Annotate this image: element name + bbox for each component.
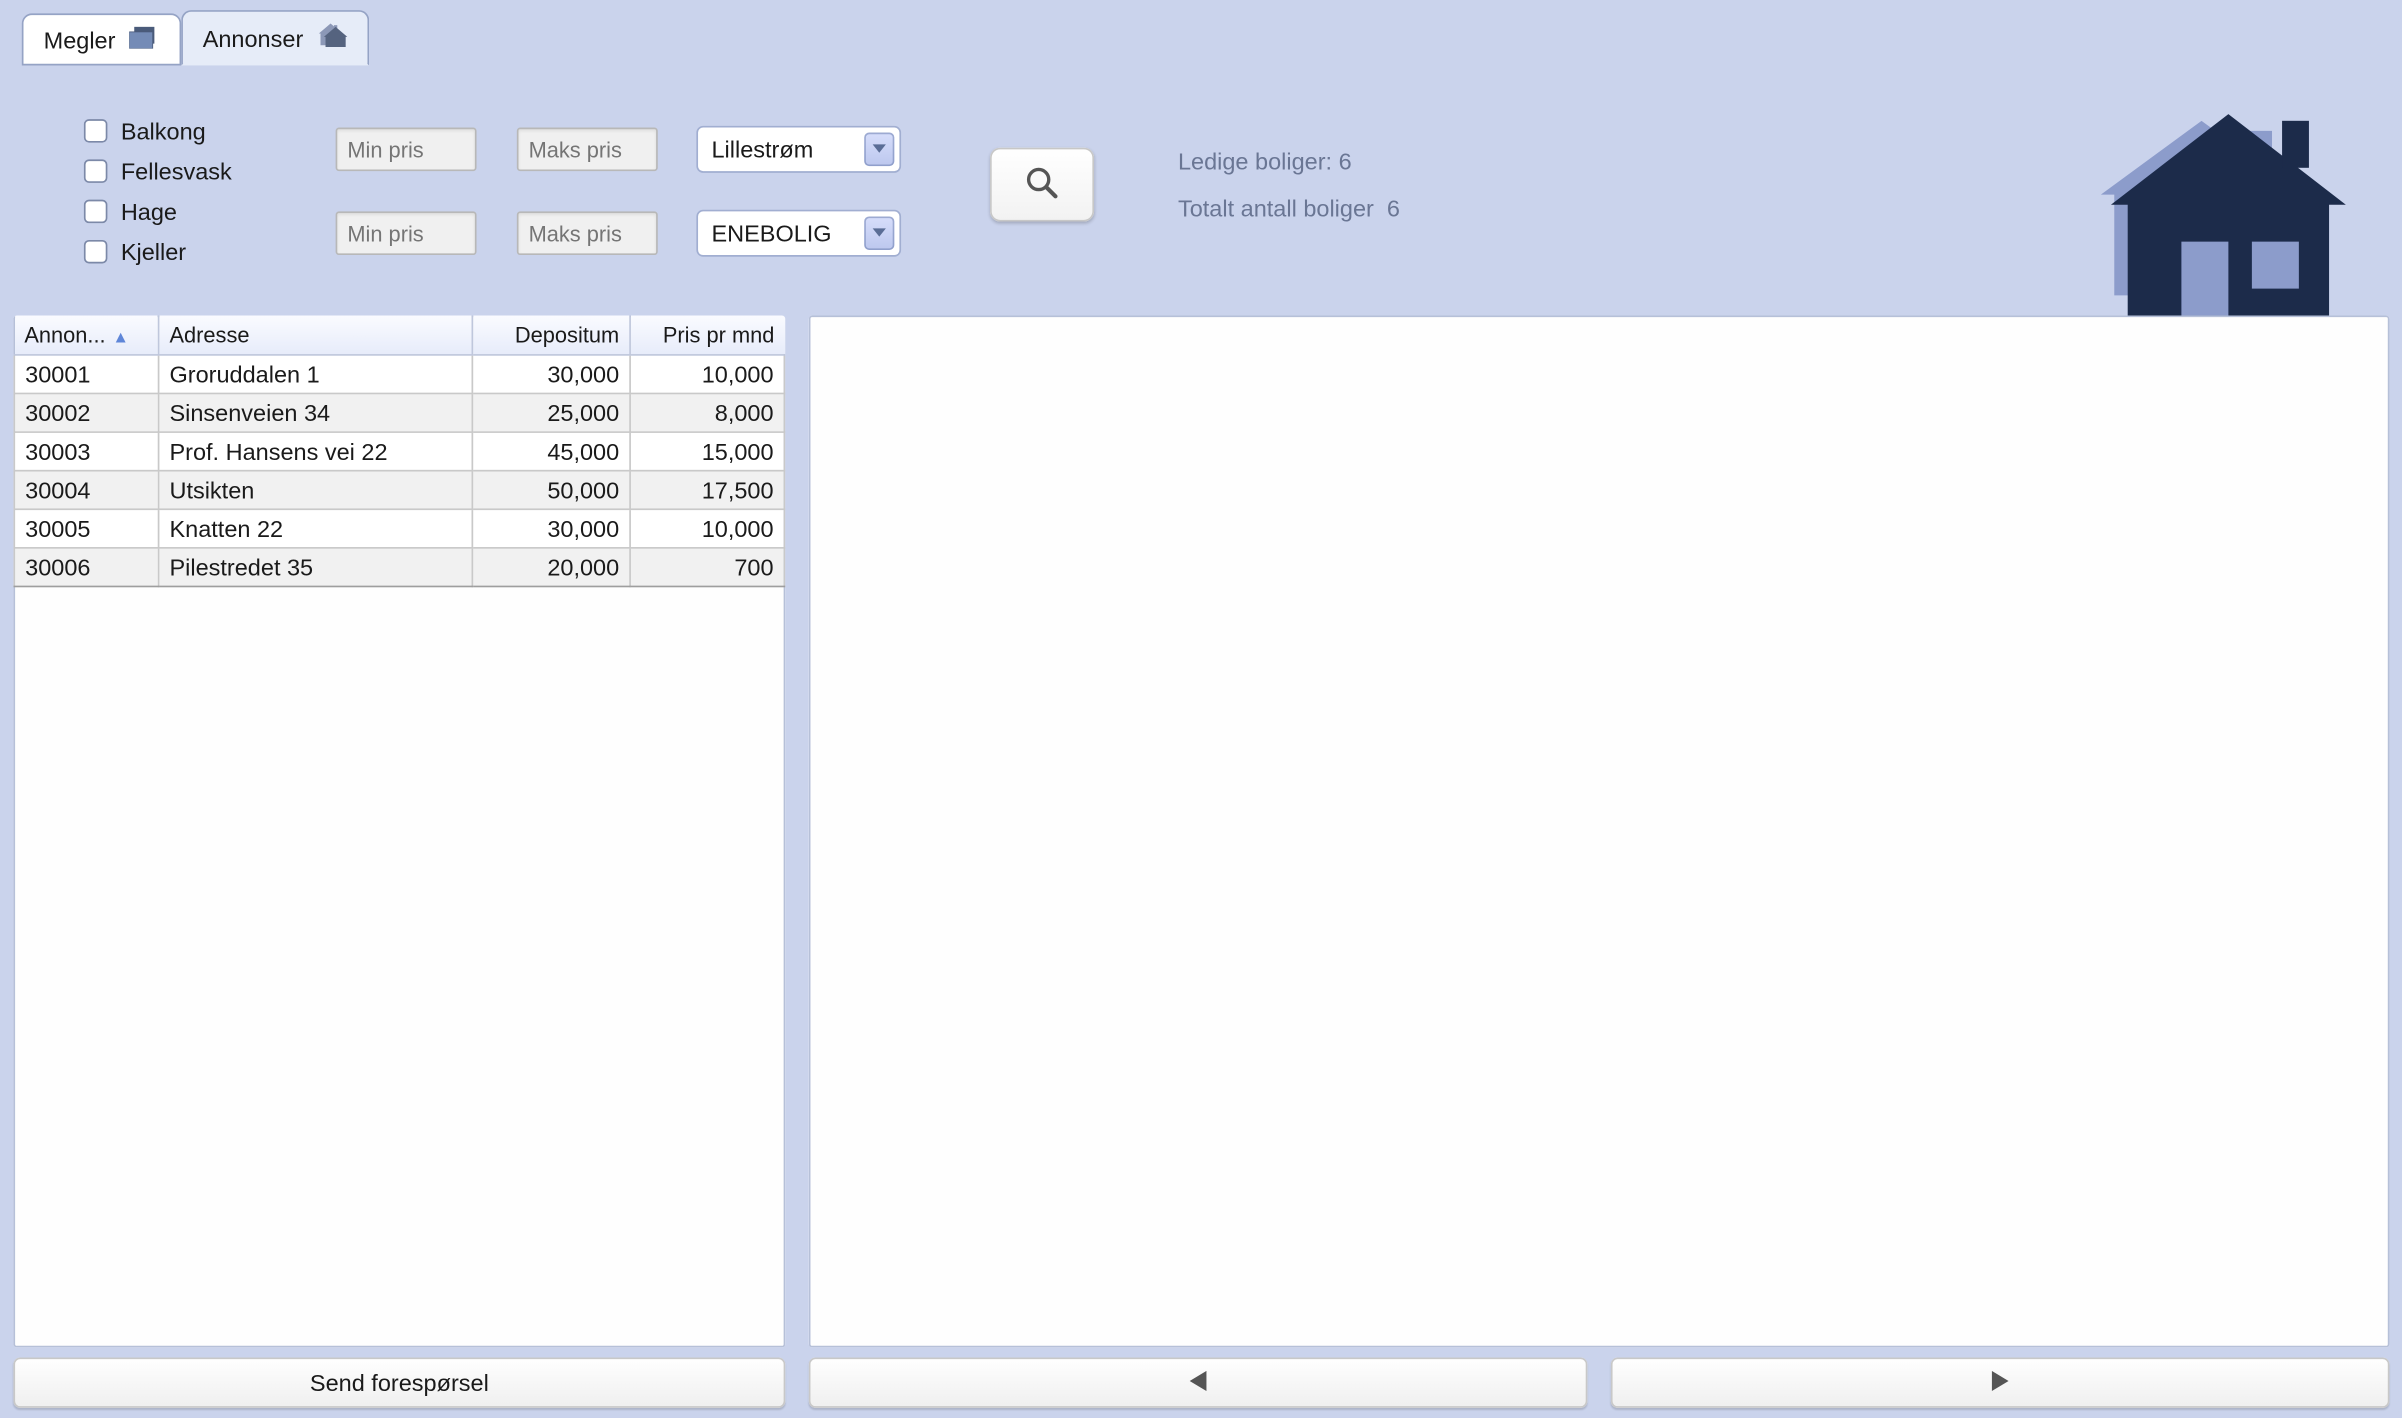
tab-annonser[interactable]: Annonser	[181, 10, 369, 65]
cell-address: Pilestredet 35	[159, 548, 473, 587]
city-combo[interactable]: Lillestrøm	[698, 128, 899, 172]
prev-button[interactable]	[809, 1358, 1588, 1408]
table-row[interactable]: 30001Groruddalen 130,00010,000	[14, 355, 784, 394]
details-panel	[809, 315, 2390, 1347]
header-label: Pris pr mnd	[663, 322, 775, 347]
cell-address: Groruddalen 1	[159, 355, 473, 394]
header-label: Adresse	[169, 322, 249, 347]
folder-icon	[129, 25, 159, 54]
min-price-input-2[interactable]	[336, 211, 477, 255]
tab-label: Megler	[44, 26, 116, 53]
table-row[interactable]: 30005Knatten 2230,00010,000	[14, 509, 784, 548]
search-button[interactable]	[990, 148, 1094, 222]
checkbox-icon	[84, 119, 107, 142]
cell-deposit: 50,000	[472, 471, 630, 510]
chevron-down-icon	[864, 216, 894, 250]
listing-table-panel: Annon...▲ Adresse Depositum Pris pr mnd …	[13, 315, 785, 1347]
table-row[interactable]: 30006Pilestredet 3520,000700	[14, 548, 784, 587]
tab-strip: Megler Annonser	[0, 0, 2402, 64]
available-stat: Ledige boliger: 6	[1178, 138, 1400, 185]
cell-id: 30005	[14, 509, 158, 548]
cell-deposit: 45,000	[472, 432, 630, 471]
max-price-input-2[interactable]	[517, 211, 658, 255]
col-header-deposit[interactable]: Depositum	[472, 315, 630, 354]
stats-block: Ledige boliger: 6 Totalt antall boliger …	[1178, 138, 1400, 232]
search-icon	[1025, 165, 1059, 204]
amenities-checkboxes: Balkong Fellesvask Hage Kjeller	[84, 117, 336, 265]
col-header-price[interactable]: Pris pr mnd	[630, 315, 784, 354]
cell-id: 30006	[14, 548, 158, 587]
stat-label: Totalt antall boliger	[1178, 195, 1374, 222]
stat-label: Ledige boliger:	[1178, 148, 1332, 175]
checkbox-label: Fellesvask	[121, 158, 232, 185]
header-label: Depositum	[515, 322, 619, 347]
cell-deposit: 20,000	[472, 548, 630, 587]
checkbox-hage[interactable]: Hage	[84, 198, 336, 225]
cell-address: Sinsenveien 34	[159, 393, 473, 432]
cell-id: 30003	[14, 432, 158, 471]
cell-id: 30001	[14, 355, 158, 394]
filters-panel: Balkong Fellesvask Hage Kjeller Lillestr…	[13, 70, 2389, 298]
checkbox-label: Hage	[121, 198, 177, 225]
stat-value: 6	[1339, 148, 1352, 175]
cell-deposit: 30,000	[472, 355, 630, 394]
house-icon	[317, 22, 347, 54]
min-price-input-1[interactable]	[336, 128, 477, 172]
cell-price: 8,000	[630, 393, 784, 432]
cell-id: 30002	[14, 393, 158, 432]
sort-asc-icon: ▲	[112, 329, 129, 347]
checkbox-label: Balkong	[121, 117, 206, 144]
table-row[interactable]: 30002Sinsenveien 3425,0008,000	[14, 393, 784, 432]
price-filters: Lillestrøm ENEBOLIG	[336, 128, 900, 256]
cell-id: 30004	[14, 471, 158, 510]
cell-address: Knatten 22	[159, 509, 473, 548]
triangle-left-icon	[1190, 1369, 1207, 1396]
combo-value: Lillestrøm	[698, 136, 864, 163]
button-label: Send forespørsel	[310, 1369, 489, 1396]
checkbox-icon	[84, 200, 107, 223]
house-logo-icon	[2101, 101, 2353, 324]
send-request-button[interactable]: Send forespørsel	[13, 1358, 785, 1408]
cell-price: 10,000	[630, 355, 784, 394]
stat-value: 6	[1387, 195, 1400, 222]
table-row[interactable]: 30004Utsikten50,00017,500	[14, 471, 784, 510]
checkbox-icon	[84, 240, 107, 263]
checkbox-balkong[interactable]: Balkong	[84, 117, 336, 144]
tab-megler[interactable]: Megler	[22, 13, 181, 65]
checkbox-icon	[84, 159, 107, 182]
checkbox-kjeller[interactable]: Kjeller	[84, 238, 336, 265]
bottom-toolbar: Send forespørsel	[0, 1347, 2402, 1417]
tab-label: Annonser	[203, 24, 304, 51]
checkbox-fellesvask[interactable]: Fellesvask	[84, 158, 336, 185]
cell-price: 17,500	[630, 471, 784, 510]
listing-table: Annon...▲ Adresse Depositum Pris pr mnd …	[13, 315, 785, 587]
table-row[interactable]: 30003Prof. Hansens vei 2245,00015,000	[14, 432, 784, 471]
cell-price: 700	[630, 548, 784, 587]
cell-price: 15,000	[630, 432, 784, 471]
col-header-id[interactable]: Annon... ▲	[14, 315, 158, 354]
chevron-down-icon	[864, 133, 894, 167]
combo-value: ENEBOLIG	[698, 220, 864, 247]
triangle-right-icon	[1992, 1369, 2009, 1396]
next-button[interactable]	[1611, 1358, 2390, 1408]
cell-address: Prof. Hansens vei 22	[159, 432, 473, 471]
max-price-input-1[interactable]	[517, 128, 658, 172]
col-header-address[interactable]: Adresse	[159, 315, 473, 354]
total-stat: Totalt antall boliger 6	[1178, 185, 1400, 232]
cell-deposit: 30,000	[472, 509, 630, 548]
checkbox-label: Kjeller	[121, 238, 186, 265]
cell-deposit: 25,000	[472, 393, 630, 432]
type-combo[interactable]: ENEBOLIG	[698, 211, 899, 255]
header-label: Annon...	[24, 322, 105, 347]
cell-price: 10,000	[630, 509, 784, 548]
cell-address: Utsikten	[159, 471, 473, 510]
